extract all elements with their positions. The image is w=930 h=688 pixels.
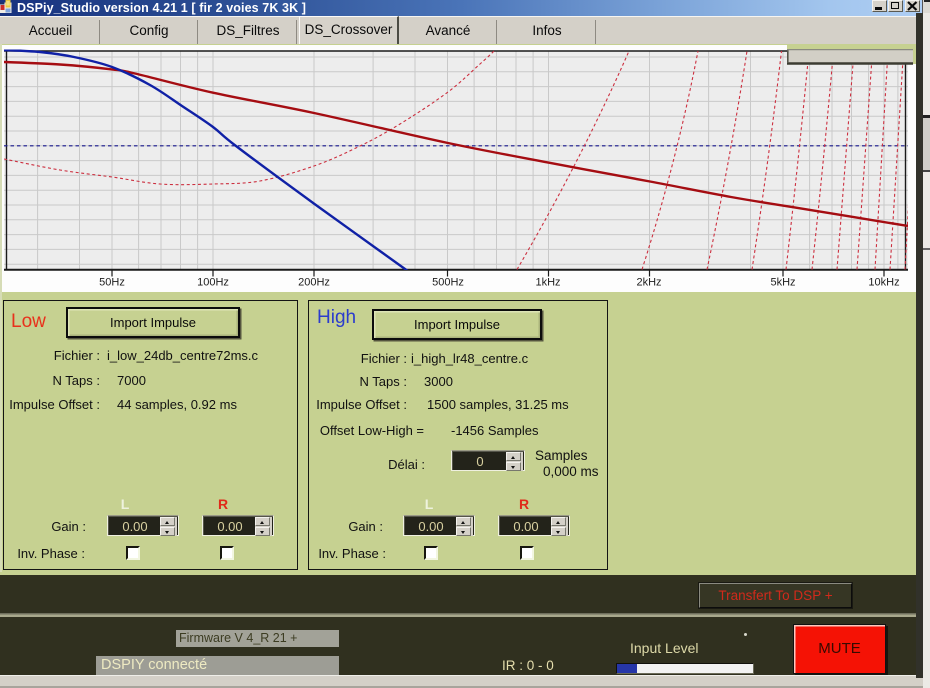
svg-text:2kHz: 2kHz xyxy=(636,277,661,289)
svg-text:50Hz: 50Hz xyxy=(99,277,125,289)
svg-text:100Hz: 100Hz xyxy=(197,277,229,289)
svg-text:5kHz: 5kHz xyxy=(770,277,795,289)
svg-text:200Hz: 200Hz xyxy=(298,277,330,289)
svg-text:1kHz: 1kHz xyxy=(535,277,560,289)
svg-text:10kHz: 10kHz xyxy=(868,277,899,289)
svg-text:500Hz: 500Hz xyxy=(432,277,464,289)
